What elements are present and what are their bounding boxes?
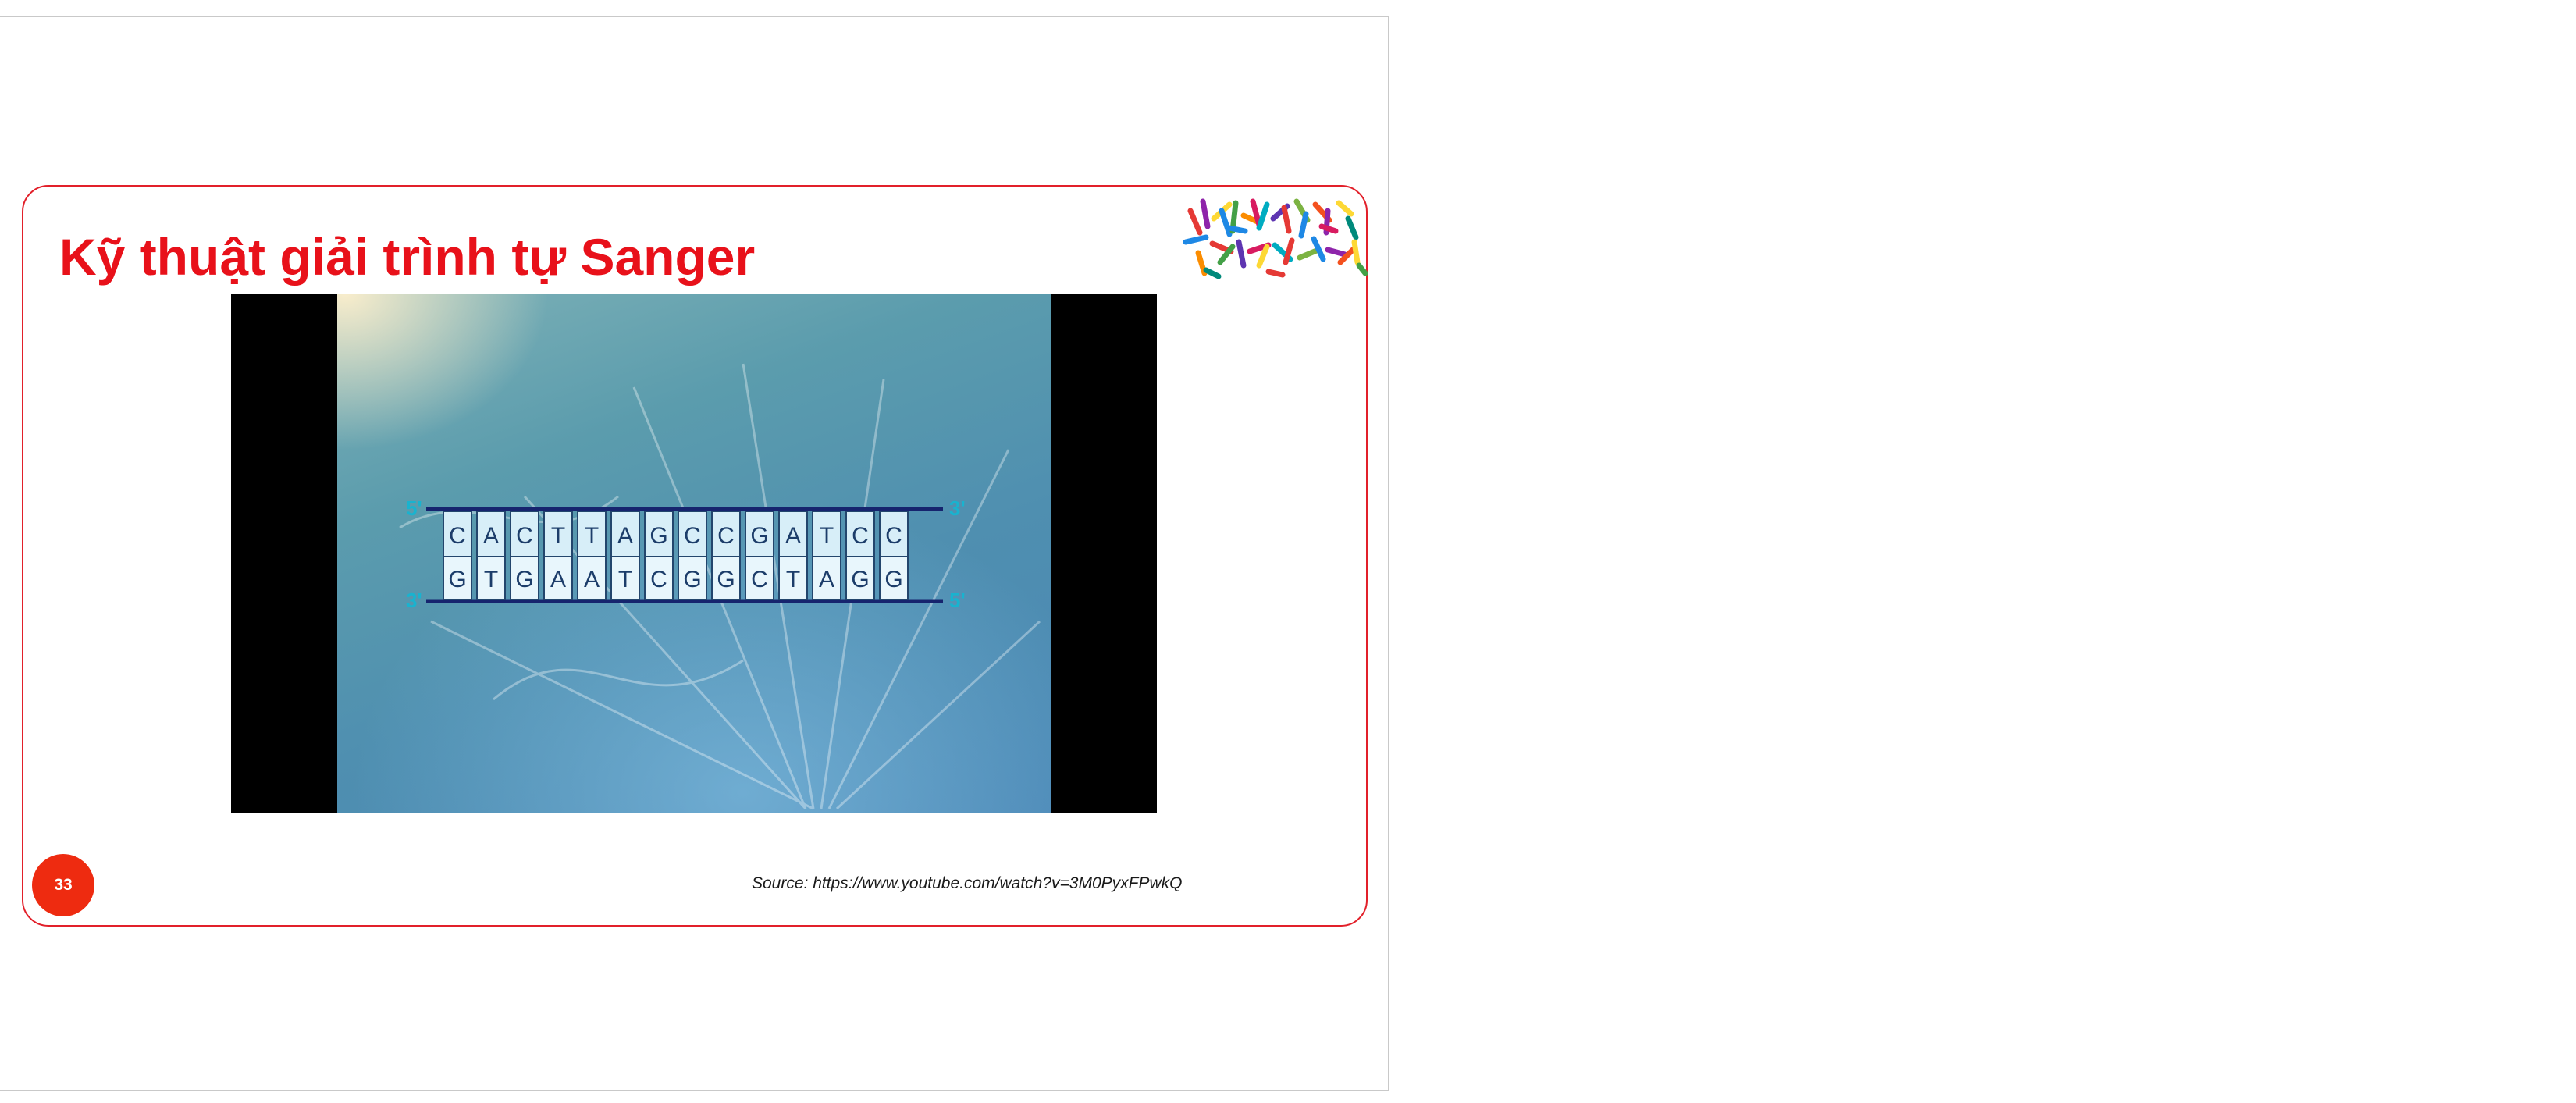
bottom-base-letter-3: A: [550, 567, 566, 592]
page-number-badge: 33: [32, 854, 94, 916]
label-top-right: 3': [949, 496, 966, 520]
bottom-base-letter-6: C: [650, 567, 667, 592]
top-base-letter-2: C: [516, 523, 533, 549]
bottom-base-letter-7: G: [683, 567, 701, 592]
dna-diagram: 5' 3' 3' 5' C A C T T A G C C G A T C CG T G A A T C G G C T A G G: [406, 496, 966, 612]
bottom-base-letter-2: G: [515, 567, 533, 592]
bottom-base-letter-9: C: [751, 567, 768, 592]
bottom-base-letter-1: T: [484, 567, 498, 592]
bottom-base-letter-5: T: [618, 567, 632, 592]
label-bottom-right: 5': [949, 589, 966, 612]
top-base-letter-10: A: [785, 523, 801, 549]
bottom-base-letter-0: G: [448, 567, 466, 592]
bottom-base-letter-4: A: [584, 567, 600, 592]
top-base-letter-7: C: [684, 523, 701, 549]
top-base-letter-8: C: [717, 523, 735, 549]
bottom-base-letter-10: T: [786, 567, 800, 592]
slide-title: Kỹ thuật giải trình tự Sanger: [59, 228, 756, 286]
bottom-base-letter-8: G: [717, 567, 735, 592]
label-top-left: 5': [406, 496, 422, 520]
top-base-letter-3: T: [551, 523, 565, 549]
top-base-letter-9: G: [750, 523, 768, 549]
source-citation: Source: https://www.youtube.com/watch?v=…: [752, 874, 1183, 892]
top-base-letter-1: A: [483, 523, 499, 549]
bottom-base-letter-12: G: [851, 567, 869, 592]
top-base-letter-11: T: [820, 523, 834, 549]
chromosomes-icon: [1183, 198, 1368, 279]
bottom-base-letter-13: G: [884, 567, 902, 592]
label-bottom-left: 3': [406, 589, 422, 612]
top-base-letter-13: C: [885, 523, 902, 549]
top-base-letter-12: C: [852, 523, 869, 549]
top-base-letter-0: C: [449, 523, 466, 549]
top-base-letter-6: G: [649, 523, 667, 549]
top-base-letter-5: A: [617, 523, 633, 549]
top-base-letter-4: T: [585, 523, 599, 549]
bottom-base-letter-11: A: [819, 567, 834, 592]
